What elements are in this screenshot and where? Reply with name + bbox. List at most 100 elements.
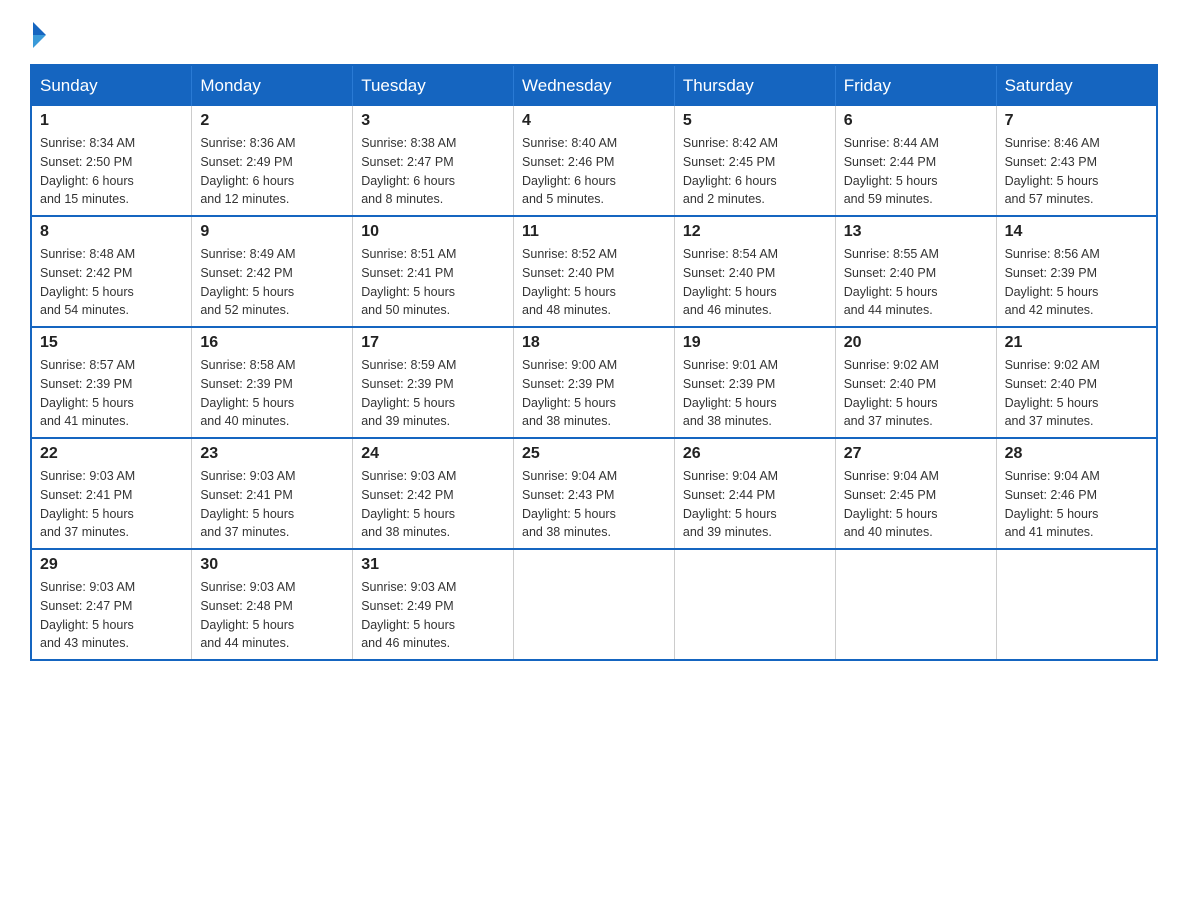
day-info: Sunrise: 9:04 AMSunset: 2:45 PMDaylight:… (844, 469, 939, 539)
weekday-header-tuesday: Tuesday (353, 65, 514, 106)
logo-arrow-icon (33, 22, 46, 48)
day-number: 24 (361, 445, 505, 463)
calendar-cell: 16 Sunrise: 8:58 AMSunset: 2:39 PMDaylig… (192, 327, 353, 438)
day-number: 2 (200, 112, 344, 130)
calendar-cell: 21 Sunrise: 9:02 AMSunset: 2:40 PMDaylig… (996, 327, 1157, 438)
calendar-cell: 10 Sunrise: 8:51 AMSunset: 2:41 PMDaylig… (353, 216, 514, 327)
calendar-cell: 20 Sunrise: 9:02 AMSunset: 2:40 PMDaylig… (835, 327, 996, 438)
calendar-cell: 1 Sunrise: 8:34 AMSunset: 2:50 PMDayligh… (31, 106, 192, 216)
logo (30, 20, 46, 48)
day-number: 21 (1005, 334, 1148, 352)
calendar-cell: 15 Sunrise: 8:57 AMSunset: 2:39 PMDaylig… (31, 327, 192, 438)
day-number: 7 (1005, 112, 1148, 130)
day-number: 18 (522, 334, 666, 352)
day-number: 16 (200, 334, 344, 352)
weekday-header-sunday: Sunday (31, 65, 192, 106)
day-info: Sunrise: 9:01 AMSunset: 2:39 PMDaylight:… (683, 358, 778, 428)
day-number: 28 (1005, 445, 1148, 463)
day-info: Sunrise: 8:44 AMSunset: 2:44 PMDaylight:… (844, 136, 939, 206)
calendar-cell: 19 Sunrise: 9:01 AMSunset: 2:39 PMDaylig… (674, 327, 835, 438)
arrow-bottom (33, 35, 46, 48)
day-number: 17 (361, 334, 505, 352)
calendar-cell: 29 Sunrise: 9:03 AMSunset: 2:47 PMDaylig… (31, 549, 192, 660)
weekday-header-saturday: Saturday (996, 65, 1157, 106)
calendar-cell: 4 Sunrise: 8:40 AMSunset: 2:46 PMDayligh… (514, 106, 675, 216)
day-info: Sunrise: 9:04 AMSunset: 2:46 PMDaylight:… (1005, 469, 1100, 539)
calendar-cell: 31 Sunrise: 9:03 AMSunset: 2:49 PMDaylig… (353, 549, 514, 660)
calendar-cell: 3 Sunrise: 8:38 AMSunset: 2:47 PMDayligh… (353, 106, 514, 216)
day-info: Sunrise: 9:02 AMSunset: 2:40 PMDaylight:… (1005, 358, 1100, 428)
day-info: Sunrise: 9:03 AMSunset: 2:49 PMDaylight:… (361, 580, 456, 650)
calendar-cell: 18 Sunrise: 9:00 AMSunset: 2:39 PMDaylig… (514, 327, 675, 438)
weekday-header-wednesday: Wednesday (514, 65, 675, 106)
day-info: Sunrise: 8:48 AMSunset: 2:42 PMDaylight:… (40, 247, 135, 317)
arrow-top (33, 22, 46, 35)
calendar-week-row: 22 Sunrise: 9:03 AMSunset: 2:41 PMDaylig… (31, 438, 1157, 549)
weekday-header-row: SundayMondayTuesdayWednesdayThursdayFrid… (31, 65, 1157, 106)
day-number: 30 (200, 556, 344, 574)
day-info: Sunrise: 8:55 AMSunset: 2:40 PMDaylight:… (844, 247, 939, 317)
day-info: Sunrise: 9:03 AMSunset: 2:41 PMDaylight:… (200, 469, 295, 539)
day-info: Sunrise: 8:52 AMSunset: 2:40 PMDaylight:… (522, 247, 617, 317)
day-number: 5 (683, 112, 827, 130)
logo-text (30, 20, 46, 48)
day-info: Sunrise: 8:46 AMSunset: 2:43 PMDaylight:… (1005, 136, 1100, 206)
calendar-cell: 14 Sunrise: 8:56 AMSunset: 2:39 PMDaylig… (996, 216, 1157, 327)
day-info: Sunrise: 8:51 AMSunset: 2:41 PMDaylight:… (361, 247, 456, 317)
calendar-cell: 17 Sunrise: 8:59 AMSunset: 2:39 PMDaylig… (353, 327, 514, 438)
day-number: 25 (522, 445, 666, 463)
day-info: Sunrise: 8:40 AMSunset: 2:46 PMDaylight:… (522, 136, 617, 206)
day-info: Sunrise: 9:04 AMSunset: 2:44 PMDaylight:… (683, 469, 778, 539)
day-number: 11 (522, 223, 666, 241)
calendar-cell: 30 Sunrise: 9:03 AMSunset: 2:48 PMDaylig… (192, 549, 353, 660)
day-number: 14 (1005, 223, 1148, 241)
day-number: 20 (844, 334, 988, 352)
weekday-header-monday: Monday (192, 65, 353, 106)
day-number: 15 (40, 334, 183, 352)
calendar-cell: 28 Sunrise: 9:04 AMSunset: 2:46 PMDaylig… (996, 438, 1157, 549)
day-number: 4 (522, 112, 666, 130)
day-info: Sunrise: 8:57 AMSunset: 2:39 PMDaylight:… (40, 358, 135, 428)
day-info: Sunrise: 8:34 AMSunset: 2:50 PMDaylight:… (40, 136, 135, 206)
day-info: Sunrise: 8:58 AMSunset: 2:39 PMDaylight:… (200, 358, 295, 428)
calendar-cell: 8 Sunrise: 8:48 AMSunset: 2:42 PMDayligh… (31, 216, 192, 327)
calendar-table: SundayMondayTuesdayWednesdayThursdayFrid… (30, 64, 1158, 661)
calendar-cell: 5 Sunrise: 8:42 AMSunset: 2:45 PMDayligh… (674, 106, 835, 216)
calendar-cell: 25 Sunrise: 9:04 AMSunset: 2:43 PMDaylig… (514, 438, 675, 549)
weekday-header-thursday: Thursday (674, 65, 835, 106)
day-info: Sunrise: 8:59 AMSunset: 2:39 PMDaylight:… (361, 358, 456, 428)
day-info: Sunrise: 8:54 AMSunset: 2:40 PMDaylight:… (683, 247, 778, 317)
day-number: 29 (40, 556, 183, 574)
calendar-cell: 7 Sunrise: 8:46 AMSunset: 2:43 PMDayligh… (996, 106, 1157, 216)
calendar-week-row: 8 Sunrise: 8:48 AMSunset: 2:42 PMDayligh… (31, 216, 1157, 327)
day-info: Sunrise: 8:36 AMSunset: 2:49 PMDaylight:… (200, 136, 295, 206)
day-number: 6 (844, 112, 988, 130)
day-number: 13 (844, 223, 988, 241)
day-number: 1 (40, 112, 183, 130)
calendar-cell (996, 549, 1157, 660)
calendar-cell: 26 Sunrise: 9:04 AMSunset: 2:44 PMDaylig… (674, 438, 835, 549)
day-number: 27 (844, 445, 988, 463)
header (30, 20, 1158, 48)
day-number: 22 (40, 445, 183, 463)
day-number: 12 (683, 223, 827, 241)
calendar-cell: 24 Sunrise: 9:03 AMSunset: 2:42 PMDaylig… (353, 438, 514, 549)
day-info: Sunrise: 8:38 AMSunset: 2:47 PMDaylight:… (361, 136, 456, 206)
calendar-cell: 13 Sunrise: 8:55 AMSunset: 2:40 PMDaylig… (835, 216, 996, 327)
day-info: Sunrise: 9:04 AMSunset: 2:43 PMDaylight:… (522, 469, 617, 539)
calendar-cell (514, 549, 675, 660)
calendar-cell: 27 Sunrise: 9:04 AMSunset: 2:45 PMDaylig… (835, 438, 996, 549)
day-number: 23 (200, 445, 344, 463)
day-number: 9 (200, 223, 344, 241)
day-info: Sunrise: 9:03 AMSunset: 2:42 PMDaylight:… (361, 469, 456, 539)
calendar-week-row: 15 Sunrise: 8:57 AMSunset: 2:39 PMDaylig… (31, 327, 1157, 438)
calendar-cell: 12 Sunrise: 8:54 AMSunset: 2:40 PMDaylig… (674, 216, 835, 327)
day-number: 31 (361, 556, 505, 574)
day-number: 3 (361, 112, 505, 130)
day-number: 10 (361, 223, 505, 241)
calendar-week-row: 1 Sunrise: 8:34 AMSunset: 2:50 PMDayligh… (31, 106, 1157, 216)
calendar-cell: 2 Sunrise: 8:36 AMSunset: 2:49 PMDayligh… (192, 106, 353, 216)
page: SundayMondayTuesdayWednesdayThursdayFrid… (0, 0, 1188, 681)
calendar-cell (835, 549, 996, 660)
day-info: Sunrise: 9:00 AMSunset: 2:39 PMDaylight:… (522, 358, 617, 428)
